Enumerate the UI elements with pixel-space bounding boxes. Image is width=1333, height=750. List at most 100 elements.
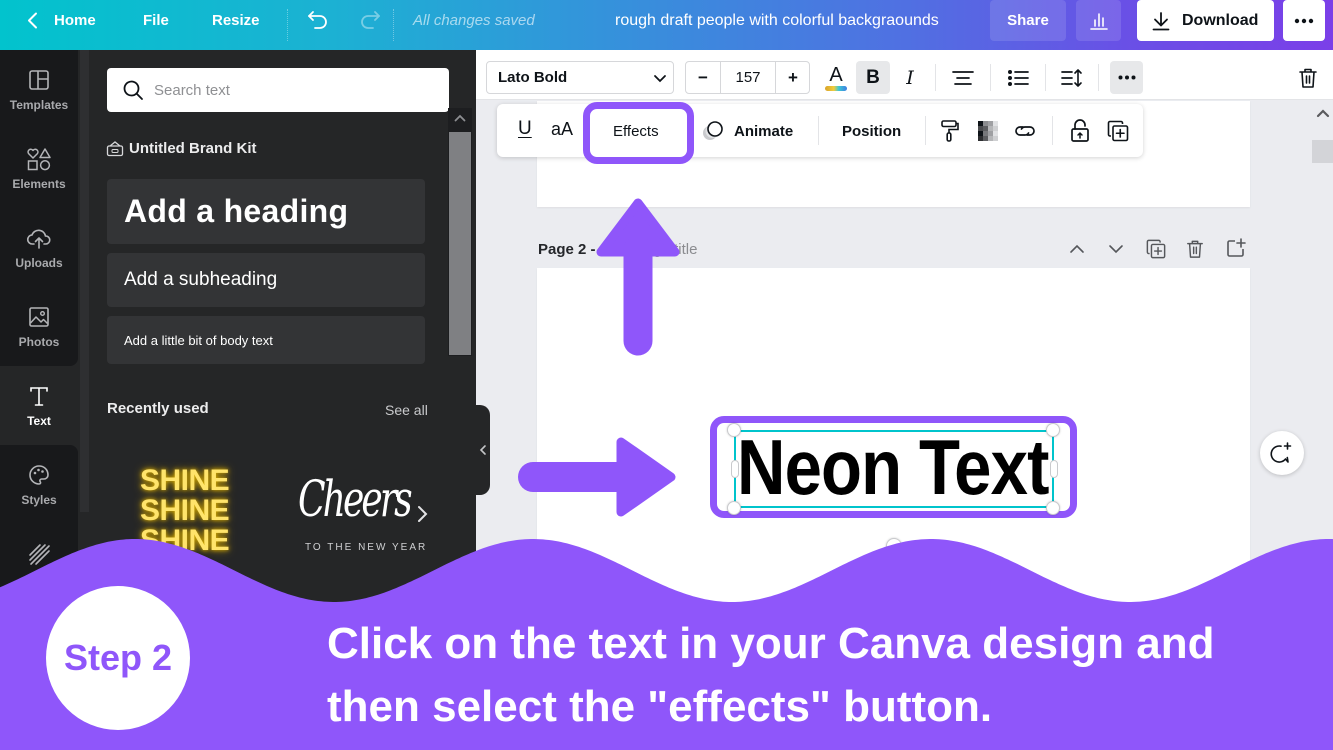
transparency-button[interactable] <box>977 120 999 142</box>
resize-handle-top-left[interactable] <box>727 423 741 437</box>
collapse-panel-handle[interactable] <box>476 405 490 495</box>
text-icon <box>30 387 48 406</box>
sidebar-item-styles[interactable]: Styles <box>0 445 78 524</box>
shine-line: SHINE <box>140 494 230 527</box>
background-pattern-icon <box>29 544 50 565</box>
position-button[interactable]: Position <box>842 123 901 140</box>
rotate-handle[interactable] <box>886 538 902 554</box>
back-chevron-icon[interactable] <box>26 12 40 29</box>
resize-menu[interactable]: Resize <box>212 12 260 29</box>
italic-button[interactable]: I <box>898 61 922 94</box>
add-body-text-label: Add a little bit of body text <box>124 332 273 348</box>
recent-template-shine[interactable]: SHINE SHINE SHINE <box>140 466 240 556</box>
decrease-font-size-button[interactable]: − <box>686 62 721 93</box>
search-input[interactable]: Search text <box>107 68 449 112</box>
duplicate-button[interactable] <box>1106 119 1129 143</box>
sidebar-scrollbar[interactable] <box>80 50 89 512</box>
move-page-up-icon[interactable] <box>1068 242 1086 256</box>
resize-handle-left[interactable] <box>731 460 739 478</box>
text-color-glyph: A <box>829 63 843 86</box>
animate-button[interactable]: Animate <box>734 123 793 140</box>
resize-handle-bottom-left[interactable] <box>727 501 741 515</box>
sidebar-item-label: Elements <box>12 177 66 191</box>
sidebar-item-templates[interactable]: Templates <box>0 50 78 129</box>
resize-handle-bottom-right[interactable] <box>1046 501 1060 515</box>
font-family-dropdown[interactable]: Lato Bold <box>486 61 674 94</box>
add-page-icon[interactable] <box>1226 238 1246 258</box>
home-link[interactable]: Home <box>54 12 96 29</box>
brand-kit-icon <box>106 141 124 157</box>
font-family-value: Lato Bold <box>498 69 568 86</box>
sidebar-item-elements[interactable]: Elements <box>0 129 78 208</box>
add-subheading-label: Add a subheading <box>124 269 278 290</box>
align-center-button[interactable] <box>951 66 975 90</box>
divider <box>990 64 991 91</box>
link-button[interactable] <box>1013 120 1037 142</box>
duplicate-icon <box>1107 120 1128 142</box>
share-button[interactable]: Share <box>990 0 1066 41</box>
paint-roller-icon <box>941 120 959 142</box>
spacing-button[interactable] <box>1060 66 1084 90</box>
photos-icon <box>29 307 49 327</box>
list-button[interactable] <box>1006 66 1030 90</box>
page-2-label: Page 2 - <box>538 241 596 258</box>
instruction-line-2: then select the "effects" button. <box>327 682 993 731</box>
panel-scrollbar-thumb[interactable] <box>449 132 471 355</box>
canvas-scroll-up-icon[interactable] <box>1316 108 1330 118</box>
align-center-icon <box>952 71 974 85</box>
sidebar-item-text[interactable]: Text <box>0 366 78 445</box>
text-color-button[interactable]: A <box>823 61 849 94</box>
divider <box>287 9 288 41</box>
lock-button[interactable] <box>1069 118 1091 144</box>
page-title-input[interactable]: Add page title <box>606 241 698 258</box>
page-2-header: Page 2 - Add page title <box>538 241 697 258</box>
shine-line: SHINE <box>140 464 230 497</box>
letter-case-button[interactable]: aA <box>551 120 573 138</box>
add-body-text-button[interactable]: Add a little bit of body text <box>107 316 425 364</box>
more-options-button[interactable] <box>1283 0 1325 41</box>
add-subheading-button[interactable]: Add a subheading <box>107 253 425 307</box>
delete-page-icon[interactable] <box>1186 239 1204 259</box>
resize-handle-right[interactable] <box>1050 460 1058 478</box>
panel-scrollbar[interactable] <box>448 108 472 356</box>
download-button[interactable]: Download <box>1137 0 1274 41</box>
underline-button[interactable]: U <box>518 119 532 138</box>
sidebar-item-label: Text <box>27 414 51 428</box>
carousel-next-chevron-icon[interactable] <box>416 505 428 523</box>
undo-icon[interactable] <box>306 10 330 32</box>
see-all-link[interactable]: See all <box>385 402 428 418</box>
increase-font-size-button[interactable]: + <box>775 62 810 93</box>
insights-button[interactable] <box>1076 0 1121 41</box>
redo-icon[interactable] <box>358 10 382 32</box>
scroll-up-chevron-icon[interactable] <box>454 114 466 122</box>
brand-kit-heading[interactable]: Untitled Brand Kit <box>106 140 257 157</box>
spacing-icon <box>1061 69 1082 87</box>
sidebar-item-uploads[interactable]: Uploads <box>0 208 78 287</box>
divider <box>393 9 394 41</box>
share-label: Share <box>1007 12 1049 29</box>
divider <box>1045 64 1046 91</box>
file-menu[interactable]: File <box>143 12 169 29</box>
chevron-left-icon <box>479 445 486 455</box>
resize-handle-top-right[interactable] <box>1046 423 1060 437</box>
more-text-options-button[interactable] <box>1110 61 1143 94</box>
bold-button[interactable]: B <box>856 61 890 94</box>
delete-button[interactable] <box>1296 65 1320 91</box>
selected-text-element[interactable]: Neon Text <box>734 423 1054 511</box>
copy-style-button[interactable] <box>939 119 961 143</box>
font-size-input[interactable]: 157 <box>721 62 775 93</box>
instruction-line-1: Click on the text in your Canva design a… <box>327 619 1215 668</box>
animate-icon <box>701 119 725 143</box>
duplicate-page-icon[interactable] <box>1146 239 1166 259</box>
add-heading-button[interactable]: Add a heading <box>107 179 425 244</box>
shine-line: SHINE <box>140 524 230 557</box>
neon-text[interactable]: Neon Text <box>737 419 1049 515</box>
font-size-stepper: − 157 + <box>685 61 810 94</box>
recent-template-cheers[interactable]: Cheers TO THE NEW YEAR <box>296 468 426 558</box>
sidebar-item-background[interactable] <box>0 524 78 603</box>
add-comment-button[interactable] <box>1260 431 1304 475</box>
move-page-down-icon[interactable] <box>1107 242 1125 256</box>
canvas-scrollbar-thumb[interactable] <box>1312 140 1333 163</box>
sidebar-item-photos[interactable]: Photos <box>0 287 78 366</box>
document-title[interactable]: rough draft people with colorful backgra… <box>615 12 939 29</box>
